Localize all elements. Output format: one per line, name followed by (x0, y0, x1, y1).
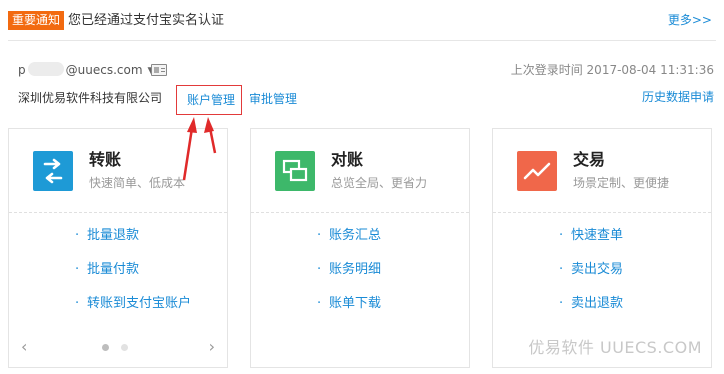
quick-order-query-link[interactable]: · 快速查单 (493, 225, 711, 259)
company-name: 深圳优易软件科技有限公司 (18, 91, 163, 105)
account-management-highlight[interactable]: 账户管理 (176, 85, 242, 115)
more-link[interactable]: 更多>> (668, 12, 712, 29)
pager-dot-active[interactable] (102, 344, 109, 351)
card-divider (9, 212, 227, 213)
history-data-request-link[interactable]: 历史数据申请 (642, 88, 714, 106)
card-links: · 批量退款 · 批量付款 · 转账到支付宝账户 (9, 225, 227, 327)
approval-management-link[interactable]: 审批管理 (249, 90, 297, 108)
notice-text: 您已经通过支付宝实名认证 (68, 13, 225, 28)
id-card-icon[interactable] (151, 64, 167, 76)
batch-refund-link[interactable]: · 批量退款 (9, 225, 227, 259)
account-detail-link[interactable]: · 账务明细 (251, 259, 469, 293)
card-links: · 账务汇总 · 账务明细 · 账单下载 (251, 225, 469, 327)
email-prefix: p (18, 63, 26, 77)
account-management-link[interactable]: 账户管理 (187, 91, 235, 109)
last-login: 上次登录时间 2017-08-04 11:31:36 (510, 63, 714, 77)
card-title: 交易 (573, 150, 606, 169)
card-links: · 快速查单 · 卖出交易 · 卖出退款 (493, 225, 711, 327)
chevron-right-icon[interactable]: › (209, 339, 215, 355)
transfer-icon (33, 151, 73, 191)
notice-badge: 重要通知 (8, 11, 65, 30)
card-title: 转账 (89, 150, 122, 169)
card-subtitle: 总览全局、更省力 (331, 176, 428, 190)
pager-dot[interactable] (121, 344, 128, 351)
watermark: 优易软件 UUECS.COM (528, 338, 702, 357)
card-transfer: 转账 快速简单、低成本 · 批量退款 · 批量付款 · 转账到支付宝账户 ‹ › (8, 128, 228, 368)
chevron-left-icon[interactable]: ‹ (21, 339, 27, 355)
sell-trade-link[interactable]: · 卖出交易 (493, 259, 711, 293)
bill-download-link[interactable]: · 账单下载 (251, 293, 469, 327)
card-reconcile: 对账 总览全局、更省力 · 账务汇总 · 账务明细 · 账单下载 (250, 128, 470, 368)
reconcile-icon (275, 151, 315, 191)
notice-bar: 重要通知 您已经通过支付宝实名认证 更多>> (8, 8, 716, 32)
trade-chart-icon (517, 151, 557, 191)
card-pager: ‹ › (9, 339, 227, 355)
batch-payment-link[interactable]: · 批量付款 (9, 259, 227, 293)
transfer-to-alipay-link[interactable]: · 转账到支付宝账户 (9, 293, 227, 327)
card-subtitle: 快速简单、低成本 (89, 176, 186, 190)
header-divider (8, 40, 716, 41)
card-title: 对账 (331, 150, 364, 169)
email-domain: @uuecs.com (65, 63, 143, 77)
email-mask (27, 62, 64, 76)
account-summary-link[interactable]: · 账务汇总 (251, 225, 469, 259)
sell-refund-link[interactable]: · 卖出退款 (493, 293, 711, 327)
account-switcher[interactable]: p@uuecs.com▼ (18, 60, 154, 81)
card-subtitle: 场景定制、更便捷 (573, 176, 670, 190)
card-divider (251, 212, 469, 213)
card-trade: 交易 场景定制、更便捷 · 快速查单 · 卖出交易 · 卖出退款 (492, 128, 712, 368)
card-divider (493, 212, 711, 213)
